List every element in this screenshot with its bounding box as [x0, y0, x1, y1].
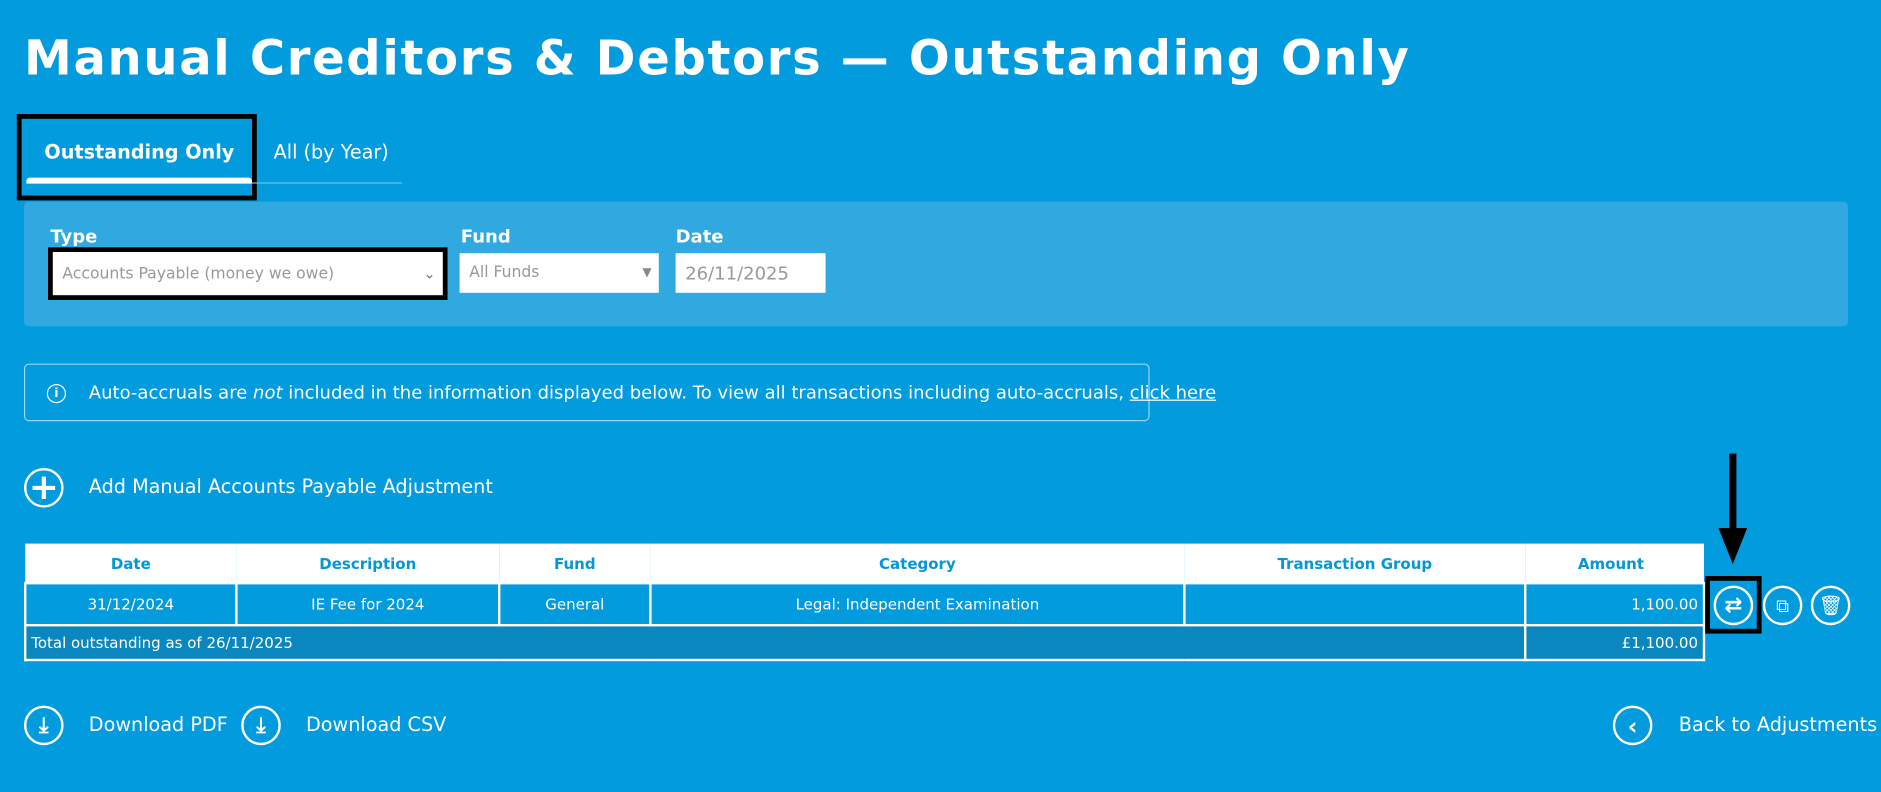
info-text-part: Auto-accruals are — [88, 381, 254, 404]
type-select[interactable]: Accounts Payable (money we owe) ⌄ — [48, 247, 448, 300]
col-category: Category — [650, 543, 1185, 584]
cell-date: 31/12/2024 — [24, 582, 238, 627]
caret-down-icon: ▼ — [642, 266, 652, 280]
annotation-arrow-shaft — [1729, 453, 1737, 532]
active-tab-indicator — [26, 177, 253, 184]
col-transaction-group: Transaction Group — [1184, 543, 1526, 584]
download-csv-icon[interactable]: ⤓ — [241, 705, 281, 746]
type-select-value: Accounts Payable (money we owe) — [62, 264, 335, 283]
total-value: £1,100.00 — [1524, 624, 1706, 662]
fund-label: Fund — [460, 225, 511, 248]
info-icon: i — [46, 384, 66, 404]
fund-select[interactable]: All Funds ▼ — [459, 253, 659, 293]
add-adjustment-button[interactable]: Add Manual Accounts Payable Adjustment — [89, 475, 493, 498]
info-text-part: included in the information displayed be… — [282, 381, 1130, 404]
back-chevron-icon[interactable]: ‹ — [1612, 705, 1653, 746]
fund-select-value: All Funds — [469, 264, 540, 282]
total-label: Total outstanding as of 26/11/2025 — [24, 624, 1527, 662]
date-label: Date — [675, 225, 724, 248]
annotation-arrow-head — [1718, 528, 1748, 564]
table-row[interactable]: 31/12/2024 IE Fee for 2024 General Legal… — [24, 582, 1706, 627]
transfer-icon[interactable]: ⇄ — [1713, 585, 1754, 626]
page-title: Manual Creditors & Debtors — Outstanding… — [24, 31, 1411, 87]
outstanding-table: Date Description Fund Category Transacti… — [24, 543, 1706, 662]
info-emphasis: not — [253, 381, 283, 404]
click-here-link[interactable]: click here — [1130, 382, 1217, 404]
cell-description: IE Fee for 2024 — [235, 582, 501, 627]
download-csv-button[interactable]: Download CSV — [306, 713, 446, 736]
download-pdf-icon[interactable]: ⤓ — [24, 705, 64, 746]
cell-category: Legal: Independent Examination — [649, 582, 1186, 627]
trash-icon[interactable]: 🗑 — [1810, 585, 1851, 626]
type-label: Type — [50, 225, 98, 248]
table-header-row: Date Description Fund Category Transacti… — [25, 543, 1705, 584]
download-pdf-button[interactable]: Download PDF — [89, 713, 228, 736]
total-row: Total outstanding as of 26/11/2025 £1,10… — [24, 624, 1706, 662]
tab-all-by-year[interactable]: All (by Year) — [274, 140, 389, 163]
col-fund: Fund — [499, 543, 651, 584]
col-date: Date — [25, 543, 237, 584]
cell-transaction-group — [1183, 582, 1527, 627]
col-amount: Amount — [1525, 543, 1705, 584]
cell-amount: 1,100.00 — [1524, 582, 1706, 627]
duplicate-icon[interactable]: ⧉ — [1762, 585, 1803, 626]
cell-fund: General — [498, 582, 652, 627]
chevron-down-icon: ⌄ — [423, 265, 436, 282]
add-adjustment-icon[interactable]: + — [24, 468, 64, 508]
tab-divider — [252, 182, 403, 184]
date-input[interactable]: 26/11/2025 — [675, 253, 826, 293]
info-text: Auto-accruals are not included in the in… — [89, 382, 1216, 404]
tab-outstanding-only[interactable]: Outstanding Only — [44, 140, 234, 163]
back-to-adjustments-button[interactable]: Back to Adjustments — [1679, 713, 1877, 736]
col-description: Description — [236, 543, 500, 584]
